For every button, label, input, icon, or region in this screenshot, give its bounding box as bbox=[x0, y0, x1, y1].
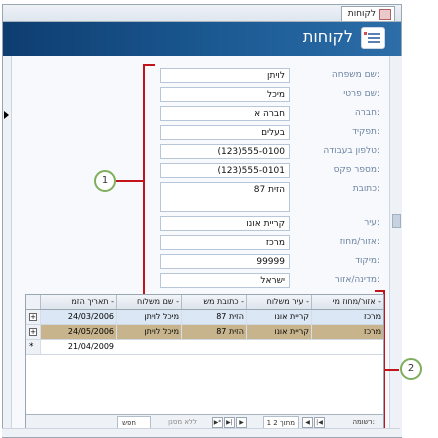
form-tab-icon bbox=[379, 9, 391, 20]
record-selector-rail[interactable] bbox=[3, 56, 12, 437]
row-selector[interactable]: + bbox=[26, 325, 41, 339]
cell-ship-name[interactable]: מיכל לויתן bbox=[116, 325, 181, 339]
field-label: חברה: bbox=[354, 108, 380, 118]
row-selector[interactable]: * bbox=[26, 340, 41, 354]
field-input[interactable]: (123)555-0101 bbox=[160, 163, 290, 178]
page-title: לקוחות bbox=[302, 27, 353, 46]
col-header-address[interactable]: כתובת מש - bbox=[181, 295, 246, 309]
cell-address[interactable]: הזית 87 bbox=[181, 325, 246, 339]
field-label: מדינה/אזור: bbox=[334, 275, 380, 285]
field-input[interactable]: מיכל bbox=[160, 87, 290, 102]
document-tab-bar: לקוחות bbox=[3, 5, 401, 22]
new-record-row[interactable]: * 21/04/2009 bbox=[26, 340, 383, 355]
cell-order-date[interactable]: 24/03/2006 bbox=[40, 310, 116, 324]
callout-2: 2 bbox=[400, 358, 422, 380]
filter-status[interactable]: ללא מסנן bbox=[168, 416, 197, 428]
callout-line-1 bbox=[116, 180, 143, 182]
select-all-corner[interactable] bbox=[26, 295, 41, 309]
callout-bracket-1 bbox=[143, 64, 155, 302]
cell-ship-name[interactable]: מיכל לויתן bbox=[116, 310, 181, 324]
row-selector[interactable]: + bbox=[26, 310, 41, 324]
field-input[interactable]: מרכז bbox=[160, 235, 290, 250]
field-input[interactable]: קריית אונו bbox=[160, 216, 290, 231]
cell-city[interactable]: קריית אונו bbox=[246, 325, 311, 339]
table-row[interactable]: + מרכז קריית אונו הזית 87 מיכל לויתן 24/… bbox=[26, 325, 383, 340]
field-input[interactable]: (123)555-0100 bbox=[160, 144, 290, 159]
previous-record-button[interactable]: ◀ bbox=[302, 417, 313, 428]
callout-line-2 bbox=[385, 369, 399, 371]
tab-label: לקוחות bbox=[347, 9, 376, 19]
field-label: אזור/מחוז: bbox=[339, 237, 380, 247]
field-input[interactable]: חברה א bbox=[160, 106, 290, 121]
field-input[interactable]: 99999 bbox=[160, 254, 290, 269]
expand-icon[interactable]: + bbox=[29, 313, 37, 321]
cell-city[interactable]: קריית אונו bbox=[246, 310, 311, 324]
tab-customers[interactable]: לקוחות bbox=[340, 6, 395, 21]
vertical-scrollbar[interactable] bbox=[389, 56, 402, 437]
field-input[interactable]: ישראל bbox=[160, 273, 290, 288]
field-label: שם משפחה: bbox=[331, 70, 380, 80]
form-bottom-bar bbox=[2, 428, 400, 437]
cell-address[interactable]: הזית 87 bbox=[181, 310, 246, 324]
first-record-button[interactable]: |◀ bbox=[314, 417, 325, 428]
scroll-thumb[interactable] bbox=[392, 214, 401, 228]
field-label: שם פרטי: bbox=[343, 89, 380, 99]
field-input[interactable]: לויתן bbox=[160, 68, 290, 83]
table-row[interactable]: + מרכז קריית אונו הזית 87 מיכל לויתן 24/… bbox=[26, 310, 383, 325]
last-record-button[interactable]: ▶| bbox=[224, 417, 235, 428]
cell-order-date[interactable]: 21/04/2009 bbox=[40, 340, 116, 354]
field-label: עיר: bbox=[364, 218, 380, 228]
record-navigation-bar: רשומה: |◀ ◀ 1 מתוך 2 ▶ ▶| ▶* ללא מסנן חפ… bbox=[26, 414, 383, 430]
col-header-region[interactable]: אזור/מחוז מי - bbox=[311, 295, 383, 309]
field-input[interactable]: 87 הזית bbox=[160, 182, 290, 212]
cell-region[interactable]: מרכז bbox=[311, 325, 383, 339]
field-label: כתובת: bbox=[352, 184, 380, 194]
expand-icon[interactable]: + bbox=[29, 328, 37, 336]
new-record-button[interactable]: ▶* bbox=[212, 417, 223, 428]
cell-order-date[interactable]: 24/05/2006 bbox=[40, 325, 116, 339]
field-label: מספר פקס: bbox=[333, 165, 380, 175]
new-record-marker-icon: * bbox=[29, 342, 34, 352]
orders-subform: אזור/מחוז מי - עיר משלוח - כתובת מש - שם… bbox=[25, 294, 384, 430]
col-header-city[interactable]: עיר משלוח - bbox=[246, 295, 311, 309]
grid-header: אזור/מחוז מי - עיר משלוח - כתובת מש - שם… bbox=[26, 295, 383, 310]
col-header-ship-name[interactable]: שם משלוח - bbox=[116, 295, 181, 309]
next-record-button[interactable]: ▶ bbox=[236, 417, 247, 428]
field-label: מיקוד: bbox=[355, 256, 380, 266]
field-label: טלפון בעבודה: bbox=[323, 146, 380, 156]
col-header-order-date[interactable]: תאריך הזמ - bbox=[40, 295, 116, 309]
record-label: רשומה: bbox=[352, 418, 375, 426]
field-label: תפקיד: bbox=[352, 127, 380, 137]
current-record-arrow-icon bbox=[4, 111, 9, 119]
form-header: לקוחות bbox=[3, 22, 401, 56]
cell-region[interactable]: מרכז bbox=[311, 310, 383, 324]
callout-1: 1 bbox=[94, 170, 116, 192]
field-input[interactable]: בעלים bbox=[160, 125, 290, 140]
form-icon bbox=[361, 27, 385, 49]
